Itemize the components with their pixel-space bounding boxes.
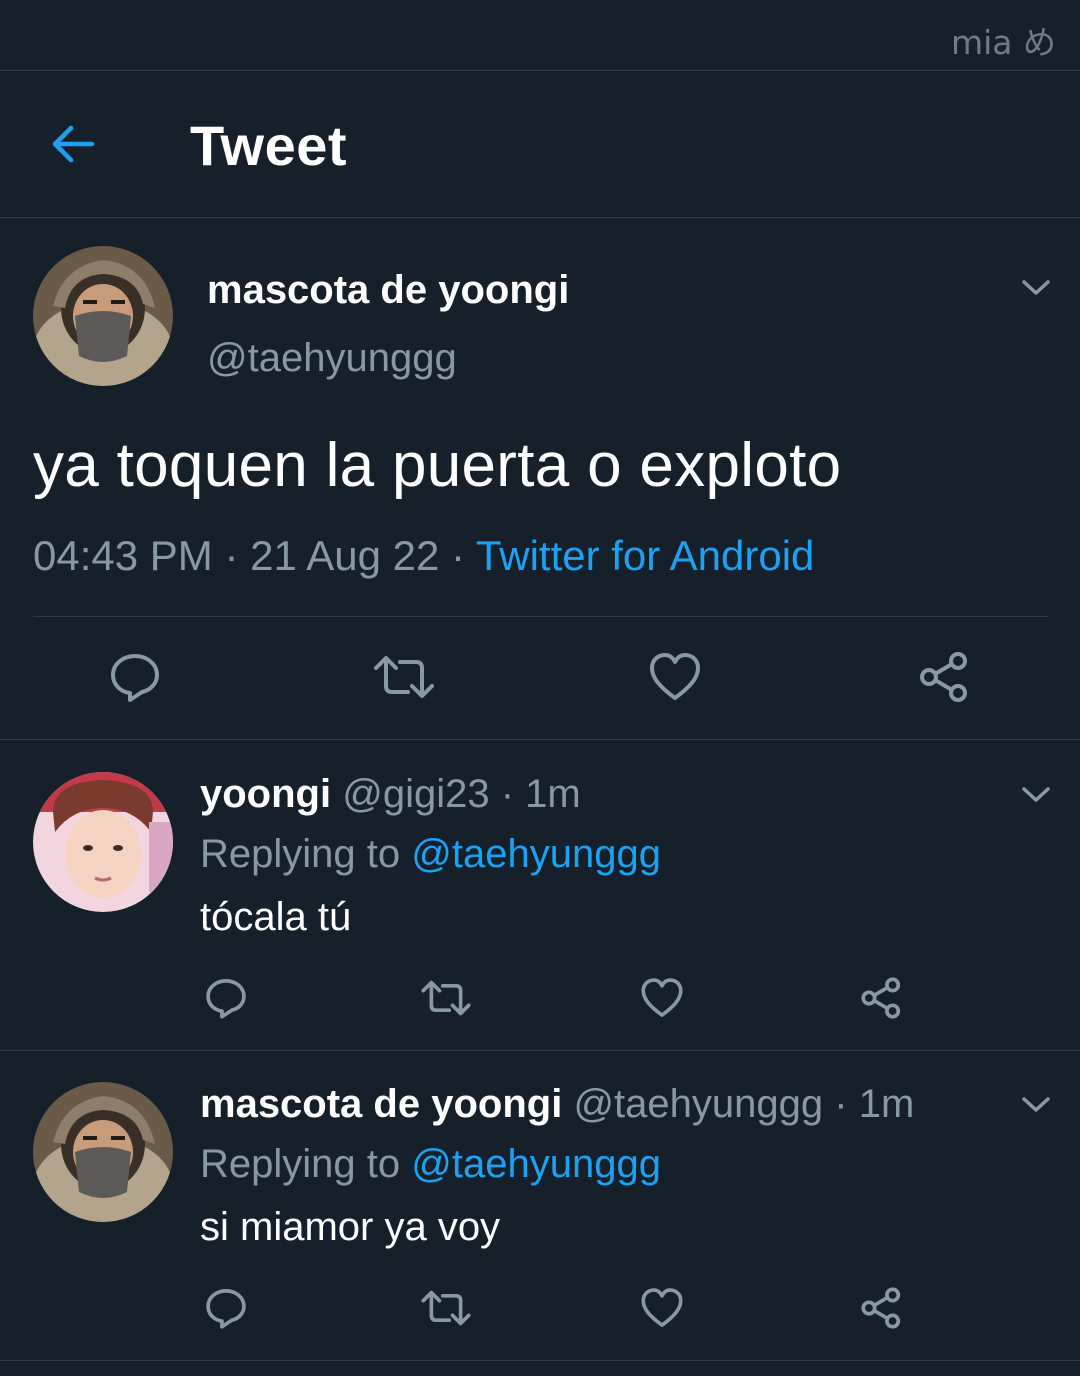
reply-button[interactable] (204, 976, 248, 1020)
like-button[interactable] (640, 976, 684, 1020)
arrow-left-icon (52, 125, 95, 163)
author-name[interactable]: mascota de yoongi (207, 268, 569, 313)
main-tweet: mascota de yoongi @taehyunggg ya toquen … (0, 218, 1080, 740)
avatar[interactable] (33, 1082, 173, 1222)
reply-button[interactable] (108, 650, 162, 704)
avatar[interactable] (33, 246, 173, 386)
retweet-icon (421, 980, 471, 1016)
share-button[interactable] (860, 1286, 904, 1330)
back-button[interactable] (44, 118, 104, 170)
like-button[interactable] (640, 1286, 684, 1330)
author-handle[interactable]: @taehyunggg (573, 1082, 823, 1126)
replying-to-label: Replying to (200, 1142, 401, 1186)
tweet-source-link[interactable]: Twitter for Android (476, 532, 814, 579)
retweet-icon (374, 656, 434, 698)
reply-header: mascota de yoongi @taehyunggg · 1m (200, 1082, 914, 1127)
tweet-age: 1m (525, 772, 581, 816)
divider (33, 616, 1048, 617)
reply-header: yoongi @gigi23 · 1m (200, 772, 581, 817)
reply-icon (206, 1289, 246, 1329)
author-handle[interactable]: @gigi23 (342, 772, 489, 816)
page-title: Tweet (190, 114, 348, 177)
tweet-metadata: 04:43 PM · 21 Aug 22 · Twitter for Andro… (33, 532, 814, 580)
chevron-down-icon (1022, 280, 1050, 295)
avatar[interactable] (33, 772, 173, 912)
meta-separator: · (500, 772, 515, 816)
meta-separator: · (224, 532, 239, 579)
tweet-time: 04:43 PM (33, 532, 213, 579)
mention-link[interactable]: @taehyunggg (411, 1142, 661, 1186)
meta-separator: · (450, 532, 465, 579)
like-button[interactable] (648, 650, 702, 704)
share-button[interactable] (860, 976, 904, 1020)
chevron-down-icon (1022, 787, 1050, 802)
tweet-text: tócala tú (200, 895, 352, 939)
reply-icon (111, 654, 159, 702)
tweet-date: 21 Aug 22 (250, 532, 440, 579)
retweet-icon (421, 1290, 471, 1326)
author-handle[interactable]: @taehyunggg (207, 336, 457, 381)
retweet-button[interactable] (420, 1286, 472, 1330)
watermark: mia め (950, 23, 1056, 62)
author-name[interactable]: mascota de yoongi (200, 1082, 562, 1126)
reply-tweet[interactable]: mascota de yoongi @taehyunggg · 1m Reply… (0, 1050, 1080, 1361)
reply-icon (206, 979, 246, 1019)
tweet-text: ya toquen la puerta o exploto (33, 431, 842, 500)
tweet-text: si miamor ya voy (200, 1205, 501, 1249)
author-name[interactable]: yoongi (200, 772, 331, 816)
share-icon (861, 977, 901, 1019)
reply-button[interactable] (204, 1286, 248, 1330)
replying-to-label: Replying to (200, 832, 401, 876)
tweet-menu-button[interactable] (1018, 275, 1054, 299)
retweet-button[interactable] (372, 650, 436, 704)
tweet-menu-button[interactable] (1018, 782, 1054, 806)
replying-to: Replying to @taehyunggg (200, 1142, 661, 1187)
like-icon (641, 1288, 683, 1327)
retweet-button[interactable] (420, 976, 472, 1020)
reply-tweet[interactable]: yoongi @gigi23 · 1m Replying to @taehyun… (0, 740, 1080, 1051)
meta-separator: · (834, 1082, 848, 1126)
tweet-menu-button[interactable] (1018, 1092, 1054, 1116)
like-icon (650, 653, 700, 700)
chevron-down-icon (1022, 1097, 1050, 1112)
share-icon (920, 652, 967, 702)
mention-link[interactable]: @taehyunggg (411, 832, 661, 876)
tweet-detail-screen: mia め Tweet mascota de yoongi @taehyungg… (0, 0, 1080, 1376)
status-bar: mia め (0, 0, 1080, 71)
replying-to: Replying to @taehyunggg (200, 832, 661, 877)
tweet-age: 1m (858, 1082, 915, 1126)
like-icon (641, 978, 683, 1017)
header: Tweet (0, 70, 1080, 218)
share-icon (861, 1287, 901, 1329)
share-button[interactable] (918, 650, 972, 704)
